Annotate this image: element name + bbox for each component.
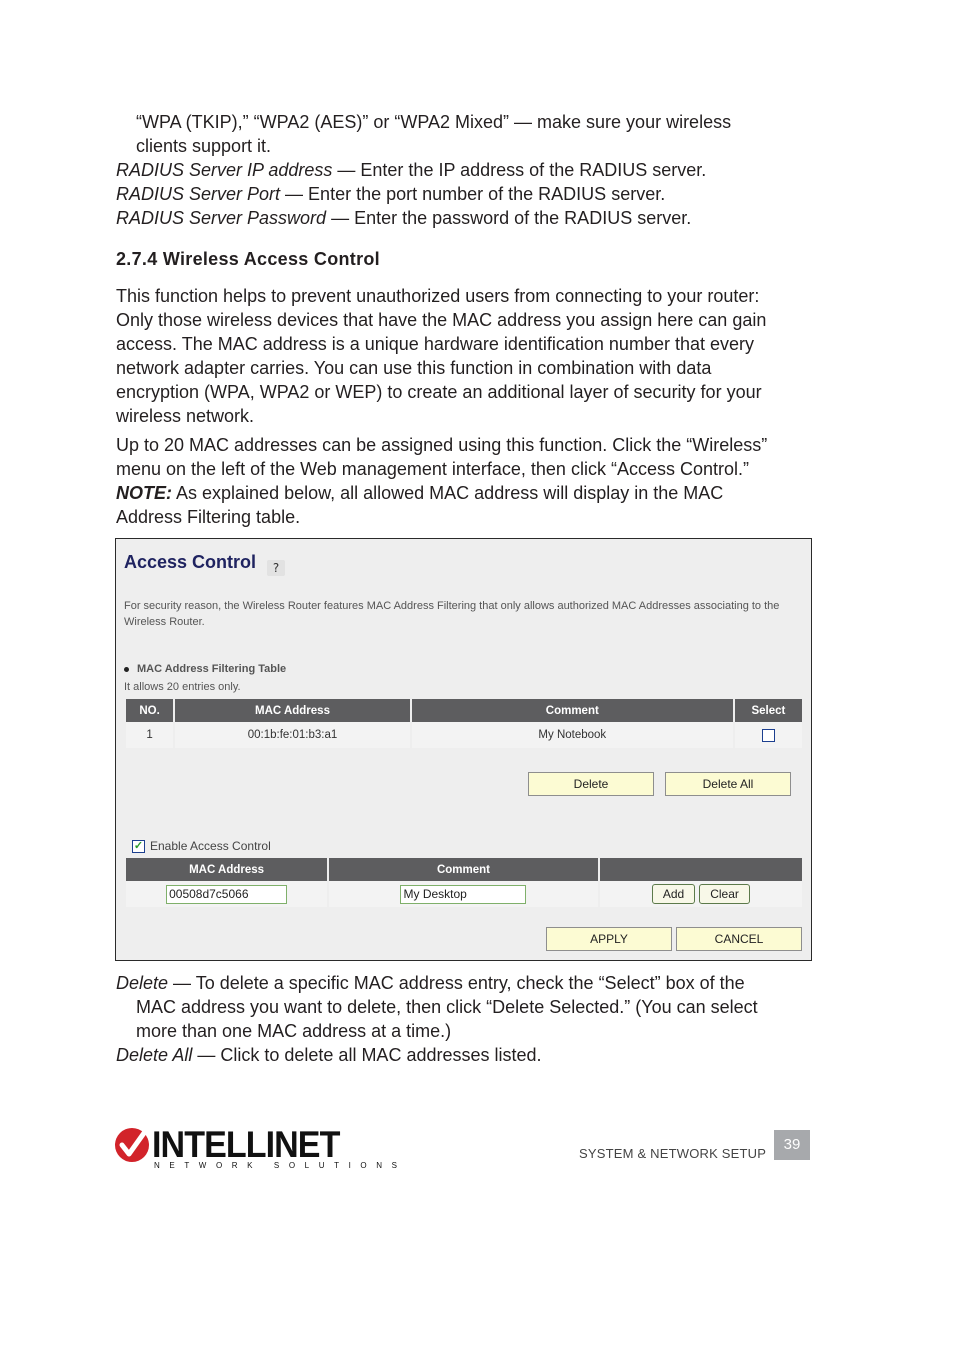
intro-line: clients support it.	[136, 136, 272, 156]
radius-ip-item: RADIUS Server IP address — Enter the IP …	[116, 158, 706, 182]
actions-cell: Add Clear	[599, 881, 802, 907]
definition: — Enter the password of the RADIUS serve…	[326, 208, 692, 228]
delete-button[interactable]: Delete	[528, 772, 654, 796]
add-mac-table: MAC Address Comment AddClear	[124, 858, 804, 907]
term: Delete All	[116, 1045, 193, 1065]
col-comment: Comment	[329, 858, 598, 881]
comment-input[interactable]	[400, 884, 527, 904]
enable-label: Enable Access Control	[150, 839, 271, 853]
col-select: Select	[734, 699, 802, 722]
mac-cell	[126, 881, 328, 907]
col-mac: MAC Address	[175, 699, 410, 722]
definition: — Click to delete all MAC addresses list…	[192, 1045, 542, 1065]
body-line: This function helps to prevent unauthori…	[116, 286, 760, 306]
apply-button[interactable]: APPLY	[546, 927, 672, 951]
note-line: NOTE: As explained below, all allowed MA…	[116, 481, 723, 505]
row-comment: My Notebook	[411, 722, 733, 748]
page-number: 39	[774, 1130, 810, 1160]
radius-port-item: RADIUS Server Port — Enter the port numb…	[116, 182, 665, 206]
delete-definition: Delete — To delete a specific MAC addres…	[116, 971, 745, 995]
term: RADIUS Server IP address	[116, 160, 333, 180]
cancel-button[interactable]: CANCEL	[676, 927, 802, 951]
comment-cell	[329, 881, 598, 907]
term: RADIUS Server Port	[116, 184, 281, 204]
term: Delete	[116, 973, 169, 993]
brand-subtitle: NETWORK SOLUTIONS	[154, 1161, 407, 1170]
brand-name: INTELLINET	[152, 1124, 340, 1165]
mac-address-input[interactable]	[166, 884, 288, 904]
body-line: wireless network.	[116, 406, 255, 426]
mac-filter-table: NO. MAC Address Comment Select 1 00:1b:f…	[124, 699, 804, 748]
note-text: As explained below, all allowed MAC addr…	[172, 483, 724, 503]
body-line: menu on the left of the Web management i…	[116, 459, 749, 479]
enable-checkbox[interactable]: ✓	[132, 840, 145, 854]
filter-table-note: It allows 20 entries only.	[124, 681, 241, 693]
definition-line: more than one MAC address at a time.)	[136, 1021, 452, 1041]
section-heading: 2.7.4 Wireless Access Control	[116, 249, 380, 269]
row-no: 1	[126, 722, 174, 748]
definition-line: MAC address you want to delete, then cli…	[136, 997, 758, 1017]
table-header-row: MAC Address Comment	[126, 858, 802, 881]
body-line: access. The MAC address is a unique hard…	[116, 334, 754, 354]
definition: — To delete a specific MAC address entry…	[168, 973, 745, 993]
table-header-row: NO. MAC Address Comment Select	[126, 699, 802, 722]
filter-table-title: MAC Address Filtering Table	[124, 663, 286, 675]
col-mac: MAC Address	[126, 858, 328, 881]
definition: — Enter the IP address of the RADIUS ser…	[332, 160, 707, 180]
help-icon[interactable]: ?	[267, 560, 285, 576]
col-actions	[599, 858, 802, 881]
term: RADIUS Server Password	[116, 208, 327, 228]
body-line: network adapter carries. You can use thi…	[116, 358, 712, 378]
intro-line: “WPA (TKIP),” “WPA2 (AES)” or “WPA2 Mixe…	[136, 112, 732, 132]
enable-access-control[interactable]: ✓ Enable Access Control	[132, 839, 271, 854]
table-row: AddClear	[126, 881, 802, 907]
select-checkbox[interactable]	[761, 728, 775, 742]
delete-all-definition: Delete All — Click to delete all MAC add…	[116, 1043, 542, 1067]
body-line: Only those wireless devices that have th…	[116, 310, 767, 330]
table-row: 1 00:1b:fe:01:b3:a1 My Notebook	[126, 722, 802, 748]
body-line: Up to 20 MAC addresses can be assigned u…	[116, 435, 768, 455]
body-line: encryption (WPA, WPA2 or WEP) to create …	[116, 382, 762, 402]
access-control-screenshot: Access Control ? For security reason, th…	[115, 538, 812, 961]
radius-password-item: RADIUS Server Password — Enter the passw…	[116, 206, 691, 230]
definition: — Enter the port number of the RADIUS se…	[280, 184, 666, 204]
description: For security reason, the Wireless Router…	[124, 600, 780, 628]
clear-button[interactable]: Clear	[699, 884, 750, 904]
row-mac: 00:1b:fe:01:b3:a1	[175, 722, 410, 748]
col-no: NO.	[126, 699, 174, 722]
section-label: SYSTEM & NETWORK SETUP	[579, 1146, 767, 1161]
add-button[interactable]: Add	[651, 884, 696, 904]
note-line: Address Filtering table.	[116, 507, 301, 527]
note-label: NOTE:	[116, 483, 172, 503]
bullet-icon	[124, 666, 129, 672]
delete-all-button[interactable]: Delete All	[665, 772, 791, 796]
filter-table-title-text: MAC Address Filtering Table	[137, 663, 287, 675]
intellinet-logo: INTELLINET NETWORK SOLUTIONS	[114, 1124, 397, 1177]
row-select	[734, 722, 802, 748]
col-comment: Comment	[411, 699, 733, 722]
page-title: Access Control	[124, 552, 257, 572]
